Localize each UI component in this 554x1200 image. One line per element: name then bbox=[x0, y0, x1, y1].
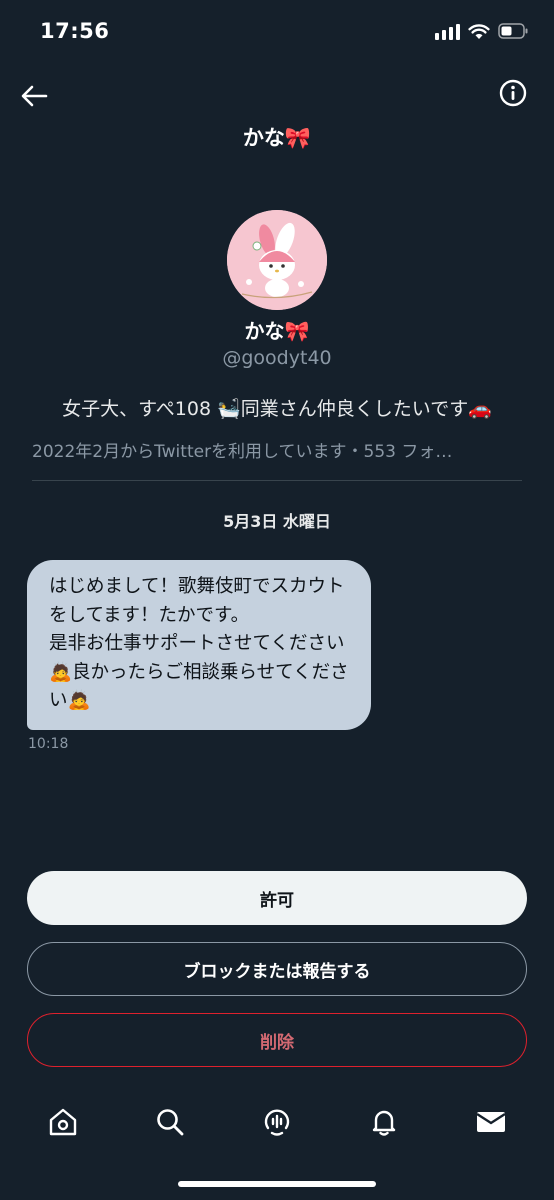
back-button[interactable] bbox=[16, 78, 52, 114]
block-report-button[interactable]: ブロックまたは報告する bbox=[27, 942, 527, 996]
message-time: 10:18 bbox=[28, 736, 69, 752]
info-circle-icon bbox=[499, 79, 527, 107]
messages-icon bbox=[475, 1112, 506, 1132]
spaces-icon bbox=[264, 1109, 290, 1136]
message-bubble[interactable]: はじめまして！歌舞伎町でスカウトをしてます！たかです。 是非お仕事サポートさせて… bbox=[27, 560, 371, 730]
profile-handle: @goodyt40 bbox=[222, 347, 332, 369]
nav-spaces[interactable] bbox=[249, 1094, 305, 1150]
profile-meta: 2022年2月からTwitterを利用しています・553 フォ… bbox=[32, 442, 453, 462]
block-report-button-label: ブロックまたは報告する bbox=[183, 961, 371, 982]
status-bar: 17:56 bbox=[0, 0, 554, 66]
nav-home[interactable] bbox=[35, 1094, 91, 1150]
avatar[interactable] bbox=[227, 210, 327, 310]
allow-button-label: 許可 bbox=[260, 890, 294, 911]
search-icon bbox=[157, 1109, 184, 1136]
status-time: 17:56 bbox=[40, 19, 110, 43]
status-icons bbox=[435, 22, 528, 40]
allow-button[interactable]: 許可 bbox=[27, 871, 527, 925]
date-label: 5月3日 水曜日 bbox=[223, 512, 331, 531]
wifi-icon bbox=[468, 23, 490, 40]
home-indicator bbox=[178, 1181, 376, 1187]
bottom-nav bbox=[0, 1092, 554, 1152]
profile-name[interactable]: かな🎀 bbox=[0, 315, 554, 344]
delete-button[interactable]: 削除 bbox=[27, 1013, 527, 1067]
nav-search[interactable] bbox=[142, 1094, 198, 1150]
notifications-icon bbox=[372, 1110, 395, 1136]
delete-button-label: 削除 bbox=[260, 1032, 294, 1053]
nav-notifications[interactable] bbox=[356, 1094, 412, 1150]
signal-icon bbox=[435, 22, 460, 40]
arrow-left-icon bbox=[21, 85, 48, 107]
home-icon bbox=[50, 1108, 77, 1136]
profile-bio: 女子大、すぺ108 🛀同業さん仲良くしたいです🚗 bbox=[62, 398, 492, 420]
conversation-title: かな🎀 bbox=[242, 126, 312, 150]
divider bbox=[32, 480, 522, 481]
info-button[interactable] bbox=[498, 78, 528, 108]
battery-icon bbox=[498, 23, 528, 39]
nav-messages[interactable] bbox=[463, 1094, 519, 1150]
